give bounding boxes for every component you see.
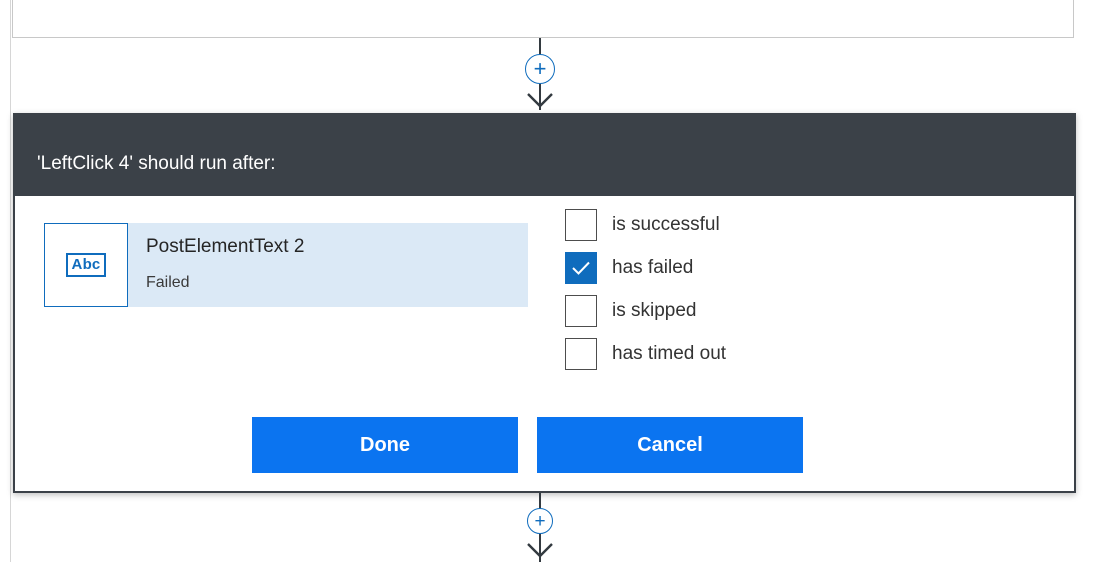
checkmark-icon <box>572 261 590 275</box>
step-icon-box: Abc <box>44 223 128 307</box>
step-name: PostElementText 2 <box>146 236 305 257</box>
option-label: has timed out <box>612 343 727 364</box>
add-step-button-bottom[interactable]: + <box>527 508 553 534</box>
checkbox-has-failed[interactable] <box>565 252 597 284</box>
add-step-button-top[interactable]: + <box>525 54 555 84</box>
checkbox-is-skipped[interactable] <box>565 295 597 327</box>
done-button[interactable]: Done <box>252 417 518 473</box>
canvas-border <box>10 0 11 562</box>
checkbox-has-timed-out[interactable] <box>565 338 597 370</box>
dialog-header: 'LeftClick 4' should run after: <box>15 115 1074 196</box>
checkbox-is-successful[interactable] <box>565 209 597 241</box>
option-label: is skipped <box>612 300 697 321</box>
step-status: Failed <box>146 274 190 291</box>
connector-line-bottom <box>539 493 541 509</box>
dialog-title: 'LeftClick 4' should run after: <box>37 153 276 174</box>
option-is-skipped[interactable]: is skipped <box>565 294 825 328</box>
arrow-down-icon <box>527 93 553 108</box>
option-is-successful[interactable]: is successful <box>565 208 825 242</box>
option-label: has failed <box>612 257 694 278</box>
abc-text-icon: Abc <box>65 253 107 277</box>
flow-canvas: + 'LeftClick 4' should run after: Abc Po… <box>0 0 1118 562</box>
option-label: is successful <box>612 214 720 235</box>
cancel-button[interactable]: Cancel <box>537 417 803 473</box>
arrow-down-icon <box>527 543 553 558</box>
plus-icon: + <box>533 56 547 81</box>
plus-icon: + <box>534 510 546 532</box>
option-has-failed[interactable]: has failed <box>565 251 825 285</box>
previous-step-card[interactable] <box>12 0 1074 38</box>
option-has-timed-out[interactable]: has timed out <box>565 337 825 371</box>
predecessor-step-card[interactable]: Abc PostElementText 2 Failed <box>44 223 528 307</box>
run-after-dialog: 'LeftClick 4' should run after: Abc Post… <box>13 113 1076 493</box>
